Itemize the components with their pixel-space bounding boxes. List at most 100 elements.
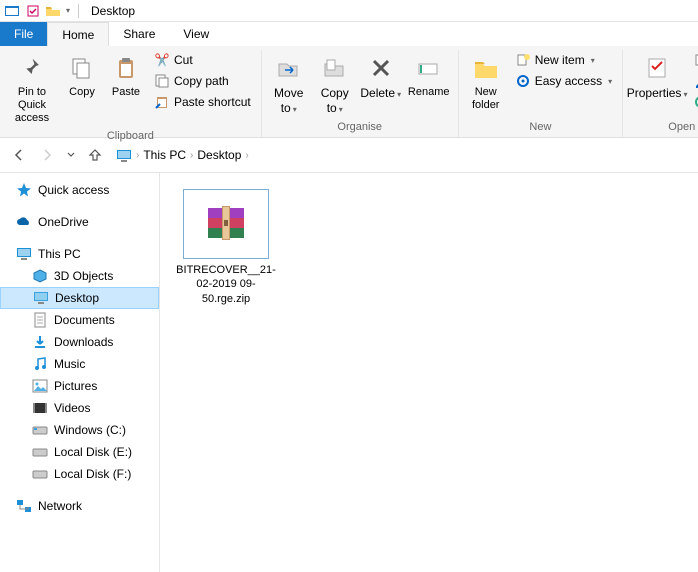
tree-downloads[interactable]: Downloads (0, 331, 159, 353)
paste-shortcut-button[interactable]: Paste shortcut (150, 92, 255, 112)
copy-path-button[interactable]: Copy path (150, 71, 255, 91)
titlebar: ▾ Desktop (0, 0, 698, 22)
breadcrumb-desktop[interactable]: Desktop (197, 148, 241, 162)
tab-view[interactable]: View (169, 22, 223, 46)
pin-quick-access-button[interactable]: Pin to Quick access (6, 50, 58, 128)
file-name: BITRECOVER__21-02-2019 09-50.rge.zip (176, 263, 276, 306)
copy-to-button[interactable]: Copy to▾ (314, 50, 356, 118)
qat-properties-icon[interactable] (24, 2, 42, 20)
nav-up-button[interactable] (84, 144, 106, 166)
ribbon-tabs: File Home Share View (0, 22, 698, 46)
move-to-button[interactable]: Move to▾ (268, 50, 310, 118)
videos-icon (32, 400, 48, 416)
open-icon (693, 52, 698, 68)
tree-drive-e[interactable]: Local Disk (E:) (0, 441, 159, 463)
file-item[interactable]: BITRECOVER__21-02-2019 09-50.rge.zip (176, 189, 276, 306)
chevron-right-icon[interactable]: › (245, 150, 248, 161)
chevron-down-icon: ▾ (397, 90, 401, 99)
chevron-down-icon: ▾ (591, 56, 595, 65)
chevron-right-icon[interactable]: › (190, 150, 193, 161)
drive-icon (32, 422, 48, 438)
qat-dropdown-icon[interactable]: ▾ (66, 6, 70, 15)
onedrive-icon (16, 214, 32, 230)
tab-file[interactable]: File (0, 22, 47, 46)
group-label-organise: Organise (337, 119, 382, 137)
chevron-down-icon: ▾ (339, 105, 343, 114)
ribbon-group-open: Properties▾ Op Edi (623, 50, 698, 137)
rename-icon (413, 52, 445, 84)
divider (78, 4, 79, 18)
easy-access-button[interactable]: Easy access ▾ (511, 71, 616, 91)
nav-tree: Quick access OneDrive This PC 3D Objects (0, 173, 160, 572)
pin-icon (16, 52, 48, 84)
nav-recent-button[interactable] (64, 144, 78, 166)
edit-button[interactable]: Edi (689, 71, 698, 91)
new-folder-button[interactable]: New folder (465, 50, 507, 114)
tree-drive-f[interactable]: Local Disk (F:) (0, 463, 159, 485)
history-icon (693, 94, 698, 110)
copy-path-icon (154, 73, 170, 89)
group-label-open: Open (668, 119, 695, 137)
objects-3d-icon (32, 268, 48, 284)
tab-share[interactable]: Share (109, 22, 169, 46)
address-bar[interactable]: › This PC › Desktop › (112, 143, 690, 167)
tab-home[interactable]: Home (47, 22, 109, 46)
drive-icon (32, 466, 48, 482)
breadcrumb-thispc[interactable]: This PC (143, 148, 186, 162)
history-button[interactable]: His (689, 92, 698, 112)
properties-button[interactable]: Properties▾ (629, 50, 685, 103)
quick-access-icon (16, 182, 32, 198)
paste-icon (110, 52, 142, 84)
paste-button[interactable]: Paste (106, 50, 146, 101)
tree-drive-c[interactable]: Windows (C:) (0, 419, 159, 441)
downloads-icon (32, 334, 48, 350)
nav-back-button[interactable] (8, 144, 30, 166)
ribbon-group-organise: Move to▾ Copy to▾ Delete▾ Rename (262, 50, 459, 137)
ribbon: Pin to Quick access Copy Paste ✂️ Cut (0, 46, 698, 138)
file-thumbnail (183, 189, 269, 259)
tree-onedrive[interactable]: OneDrive (0, 211, 159, 233)
nav-forward-button[interactable] (36, 144, 58, 166)
tree-documents[interactable]: Documents (0, 309, 159, 331)
tree-network[interactable]: Network (0, 495, 159, 517)
documents-icon (32, 312, 48, 328)
new-item-icon (515, 52, 531, 68)
properties-icon (641, 52, 673, 84)
tree-3d-objects[interactable]: 3D Objects (0, 265, 159, 287)
main-area: Quick access OneDrive This PC 3D Objects (0, 172, 698, 572)
chevron-right-icon[interactable]: › (136, 150, 139, 161)
chevron-down-icon: ▾ (683, 90, 687, 99)
tree-quick-access[interactable]: Quick access (0, 179, 159, 201)
tree-music[interactable]: Music (0, 353, 159, 375)
new-item-button[interactable]: New item ▾ (511, 50, 616, 70)
drive-icon (32, 444, 48, 460)
paste-shortcut-icon (154, 94, 170, 110)
window-title: Desktop (91, 4, 135, 18)
navigation-bar: › This PC › Desktop › (0, 138, 698, 172)
move-to-icon (273, 52, 305, 84)
tree-videos[interactable]: Videos (0, 397, 159, 419)
music-icon (32, 356, 48, 372)
delete-button[interactable]: Delete▾ (360, 50, 402, 103)
ribbon-group-new: New folder New item ▾ Easy access ▾ (459, 50, 623, 137)
copy-icon (66, 52, 98, 84)
ribbon-group-clipboard: Pin to Quick access Copy Paste ✂️ Cut (0, 50, 262, 137)
copy-button[interactable]: Copy (62, 50, 102, 101)
cut-icon: ✂️ (154, 52, 170, 68)
file-list[interactable]: BITRECOVER__21-02-2019 09-50.rge.zip (160, 173, 698, 572)
folder-icon[interactable] (44, 2, 62, 20)
group-label-new: New (529, 119, 551, 137)
desktop-icon (33, 290, 49, 306)
easy-access-icon (515, 73, 531, 89)
tree-pictures[interactable]: Pictures (0, 375, 159, 397)
zip-archive-icon (202, 202, 250, 246)
rename-button[interactable]: Rename (406, 50, 452, 101)
explorer-icon[interactable] (4, 2, 22, 20)
pictures-icon (32, 378, 48, 394)
delete-icon (365, 52, 397, 84)
tree-desktop[interactable]: Desktop (0, 287, 159, 309)
chevron-down-icon: ▾ (293, 105, 297, 114)
cut-button[interactable]: ✂️ Cut (150, 50, 255, 70)
tree-this-pc[interactable]: This PC (0, 243, 159, 265)
open-dropdown-button[interactable]: Op (689, 50, 698, 70)
